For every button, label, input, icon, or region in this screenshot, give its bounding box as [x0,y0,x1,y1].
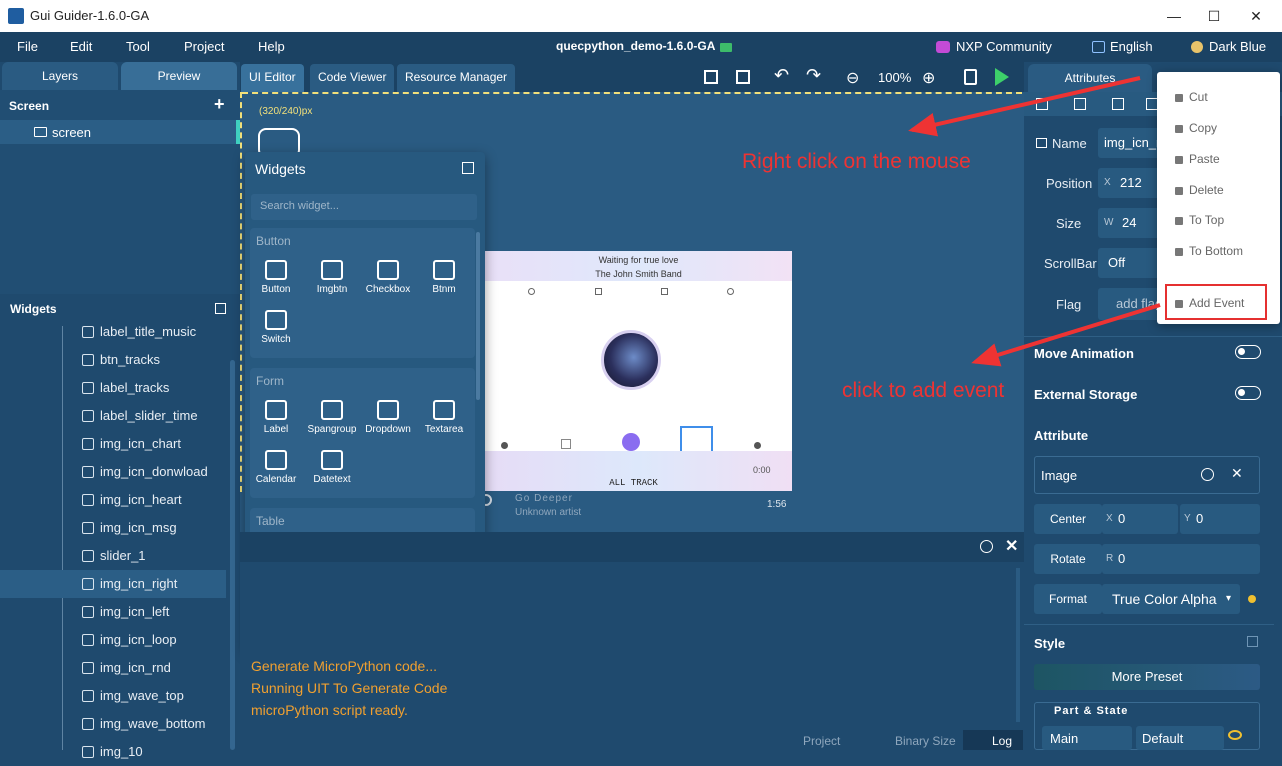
arrow-to-add-event [971,303,1161,367]
annotation-add-event: click to add event [842,379,1005,402]
annotation-arrows [908,76,1161,367]
arrow-to-canvas [908,76,1141,137]
annotation-right-click: Right click on the mouse [742,150,971,173]
